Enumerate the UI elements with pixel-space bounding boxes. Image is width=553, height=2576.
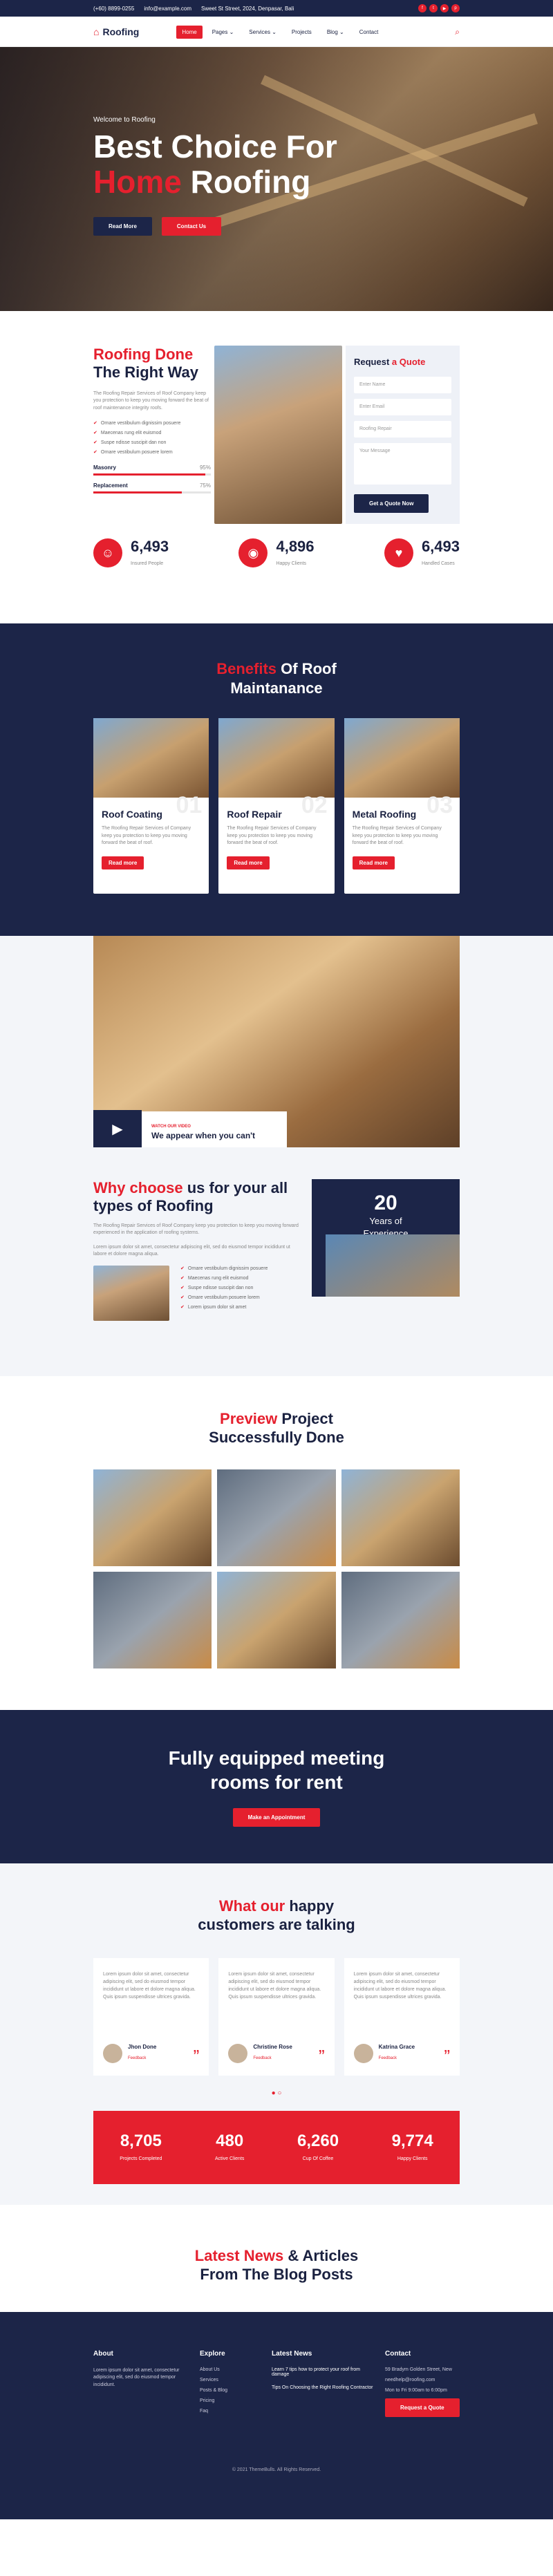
- logo[interactable]: ⌂ Roofing: [93, 26, 139, 37]
- progress-fill: [93, 491, 182, 494]
- roofer-photo: [214, 346, 342, 524]
- youtube-icon[interactable]: ▶: [440, 4, 449, 12]
- nav-projects[interactable]: Projects: [286, 26, 317, 39]
- check-item: Ornare vestibulum posuere lorem: [93, 449, 211, 455]
- roof-photo: [93, 1265, 169, 1321]
- check-item: Maecenas rung elit euismod: [93, 430, 211, 435]
- progress-fill: [93, 473, 205, 476]
- phone[interactable]: (+60) 8899-0255: [93, 6, 134, 12]
- roof-icon: ⌂: [93, 26, 100, 37]
- meeting-banner: Fully equipped meeting rooms for rent Mak…: [0, 1709, 553, 1863]
- why-section: Why choose us for your all types of Roofi…: [0, 1147, 553, 1376]
- twitter-icon[interactable]: t: [429, 4, 438, 12]
- nav-contact[interactable]: Contact: [354, 26, 384, 39]
- copyright: © 2021 ThemeBulls. All Rights Reserved.: [232, 2467, 321, 2472]
- request-quote-button[interactable]: Request a Quote: [385, 2398, 460, 2417]
- service-card: 03 Metal Roofing The Roofing Repair Servic…: [344, 718, 460, 894]
- about-text: Roofing Done The Right Way The Roofing Re…: [93, 346, 211, 524]
- topbar: (+60) 8899-0255 info@example.com Sweet S…: [0, 0, 553, 17]
- testimonial-card: Lorem ipsum dolor sit amet, consectetur …: [218, 1957, 335, 2076]
- counter-bar: 8,705 Projects Completed 480 Active Client…: [93, 2110, 460, 2184]
- get-quote-button[interactable]: Get a Quote Now: [354, 494, 429, 513]
- quote-form: Request a Quote Enter Name Enter Email R…: [346, 346, 460, 524]
- email[interactable]: info@example.com: [144, 6, 191, 12]
- hero-pre: Welcome to Roofing: [93, 116, 156, 124]
- nav-services[interactable]: Services ⌄: [243, 26, 282, 39]
- search-icon[interactable]: ⌕: [455, 27, 460, 37]
- quote-icon: ”: [318, 2045, 325, 2067]
- project-image[interactable]: [341, 1469, 460, 1566]
- slider-dots[interactable]: ● ○: [93, 2089, 460, 2097]
- handshake-icon: ♥: [384, 538, 413, 567]
- nav-home[interactable]: Home: [176, 25, 203, 39]
- project-image[interactable]: [217, 1469, 336, 1566]
- avatar: [353, 2043, 373, 2063]
- avatar: [103, 2043, 122, 2063]
- testimonial-card: Lorem ipsum dolor sit amet, consectetur …: [344, 1957, 460, 2076]
- check-item: Suspe ndisse suscipit dan non: [93, 440, 211, 445]
- benefits-section: Benefits Of Roof Maintanance 01 Roof Coati…: [0, 623, 553, 963]
- project-image[interactable]: [93, 1571, 212, 1668]
- people-icon: ☺: [93, 538, 122, 567]
- facebook-icon[interactable]: f: [418, 4, 427, 12]
- name-field[interactable]: Enter Name: [354, 377, 451, 393]
- email-field[interactable]: Enter Email: [354, 399, 451, 415]
- testimonials-section: What our happy customers are talking Lore…: [0, 1863, 553, 2205]
- appointment-button[interactable]: Make an Appointment: [232, 1807, 321, 1827]
- read-more-button[interactable]: Read More: [93, 217, 152, 236]
- logo-text: Roofing: [102, 26, 140, 37]
- check-item: Ornare vestibulum dignissim posuere: [93, 420, 211, 426]
- project-image[interactable]: [217, 1571, 336, 1668]
- pinterest-icon[interactable]: p: [451, 4, 460, 12]
- video-section: ▶ WATCH OUR VIDEO We appear when you can'…: [0, 936, 553, 1147]
- nav-blog[interactable]: Blog ⌄: [321, 26, 350, 39]
- hero-title: Best Choice For Home Roofing: [93, 129, 337, 200]
- project-image[interactable]: [341, 1571, 460, 1668]
- footer: About Lorem ipsum dolor sit amet, consect…: [0, 2311, 553, 2519]
- read-more-button[interactable]: Read more: [102, 856, 144, 869]
- avatar: [228, 2043, 248, 2063]
- blog-section: Latest News & Articles From The Blog Post…: [194, 2246, 359, 2284]
- read-more-button[interactable]: Read more: [352, 856, 395, 869]
- service-card: 01 Roof Coating The Roofing Repair Service…: [93, 718, 209, 894]
- service-card: 02 Roof Repair The Roofing Repair Services…: [218, 718, 335, 894]
- hero: Welcome to Roofing Best Choice For Home R…: [0, 47, 553, 311]
- address: Sweet St Street, 2024, Denpasar, Bali: [200, 5, 294, 12]
- play-icon[interactable]: ▶: [93, 1110, 142, 1147]
- menu: Home Pages ⌄ Services ⌄ Projects Blog ⌄ …: [176, 25, 384, 39]
- read-more-button[interactable]: Read more: [227, 856, 270, 869]
- contact-us-button[interactable]: Contact Us: [161, 217, 222, 236]
- location-icon: ◉: [238, 538, 268, 567]
- social-links: f t ▶ p: [418, 4, 460, 12]
- stats: ☺ 6,493 Insured People ◉ 4,896 Happy Clients…: [93, 524, 460, 603]
- quote-icon: ”: [193, 2045, 200, 2067]
- experience-badge: 20 Years of Experience: [312, 1179, 460, 1297]
- quote-icon: ”: [444, 2045, 450, 2067]
- service-select[interactable]: Roofing Repair: [354, 421, 451, 438]
- main-nav: ⌂ Roofing Home Pages ⌄ Services ⌄ Project…: [0, 17, 553, 47]
- progress-masonry: Masonry 95% Replacement 75%: [93, 464, 211, 494]
- message-field[interactable]: Your Message: [354, 443, 451, 485]
- testimonial-card: Lorem ipsum dolor sit amet, consectetur …: [93, 1957, 209, 2076]
- nav-pages[interactable]: Pages ⌄: [207, 26, 240, 39]
- projects-section: Preview Project Successfully Done: [0, 1376, 553, 1710]
- project-image[interactable]: [93, 1469, 212, 1566]
